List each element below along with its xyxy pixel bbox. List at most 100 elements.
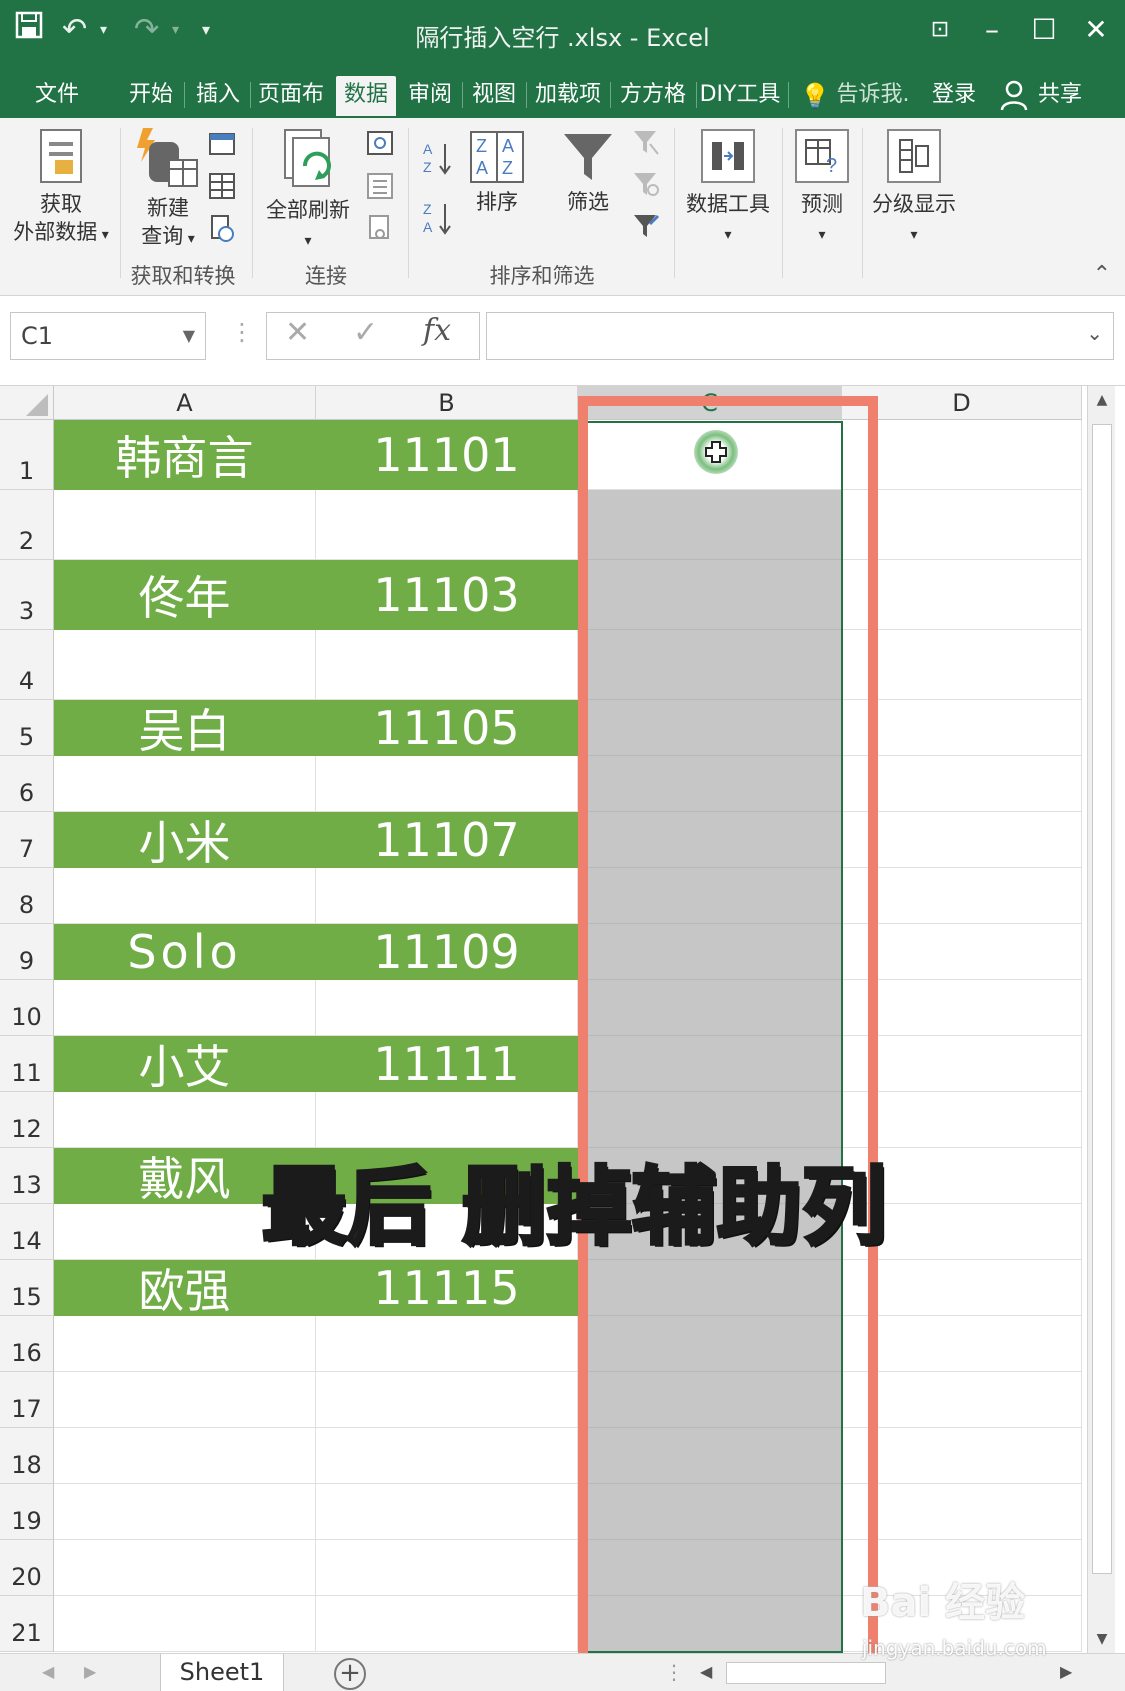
row-header[interactable]: 1 [0, 420, 54, 490]
row-header[interactable]: 21 [0, 1596, 54, 1652]
recent-sources-icon[interactable] [208, 214, 236, 242]
sign-in-link[interactable]: 登录 [924, 76, 984, 116]
cell-b[interactable] [316, 1596, 578, 1652]
row-header[interactable]: 8 [0, 868, 54, 924]
cell-c[interactable] [578, 1372, 842, 1428]
refresh-all-button[interactable]: 全部刷新 ▾ [258, 126, 358, 255]
cell-d[interactable] [842, 420, 1082, 490]
scroll-up-icon[interactable]: ▲ [1088, 392, 1116, 408]
column-header-b[interactable]: B [316, 386, 578, 420]
sheet-tab-sheet1[interactable]: Sheet1 [160, 1654, 284, 1691]
cell-c[interactable] [578, 1036, 842, 1092]
worksheet-grid[interactable]: A B C D 1 韩商言 11101 2 3 佟年 11103 4 5 吴白 11105 6 7 小米 1… [0, 386, 1125, 1664]
advanced-filter-icon[interactable] [632, 212, 660, 240]
close-icon[interactable]: ✕ [1076, 10, 1116, 50]
maximize-icon[interactable]: ☐ [1024, 10, 1064, 50]
cell-a[interactable] [54, 630, 316, 700]
cell-b[interactable]: 11101 [316, 420, 578, 490]
reapply-filter-icon[interactable] [632, 170, 660, 198]
row-header[interactable]: 7 [0, 812, 54, 868]
tell-me-search[interactable]: 告诉我. [832, 76, 914, 116]
cell-c[interactable] [578, 490, 842, 560]
tab-home[interactable]: 开始 [120, 76, 182, 116]
row-header[interactable]: 6 [0, 756, 54, 812]
forecast-button[interactable]: ? 预测 ▾ [784, 126, 860, 249]
data-tools-button[interactable]: 数据工具 ▾ [676, 126, 780, 249]
tab-diy-tools[interactable]: DIY工具 [698, 76, 782, 116]
column-header-c[interactable]: C [578, 386, 842, 420]
tab-page-layout[interactable]: 页面布 [252, 76, 330, 116]
cell-a[interactable] [54, 980, 316, 1036]
cell-b[interactable] [316, 980, 578, 1036]
cell-a[interactable] [54, 1316, 316, 1372]
horizontal-scroll-thumb[interactable] [726, 1662, 886, 1684]
collapse-ribbon-icon[interactable]: ⌃ [1093, 262, 1111, 287]
cell-c[interactable] [578, 756, 842, 812]
cell-d[interactable] [842, 560, 1082, 630]
cell-b[interactable]: 11107 [316, 812, 578, 868]
cell-b[interactable]: 11111 [316, 1036, 578, 1092]
cell-b[interactable] [316, 490, 578, 560]
cell-c[interactable] [578, 630, 842, 700]
minimize-icon[interactable]: – [972, 10, 1012, 50]
cell-b[interactable] [316, 868, 578, 924]
cell-c[interactable] [578, 1484, 842, 1540]
cell-d[interactable] [842, 1036, 1082, 1092]
share-button[interactable]: 共享 [1030, 76, 1090, 116]
cell-b[interactable] [316, 1484, 578, 1540]
cell-c[interactable] [578, 924, 842, 980]
cell-b[interactable] [316, 1428, 578, 1484]
cell-c[interactable] [578, 1428, 842, 1484]
prev-sheet-icon[interactable]: ◀ [42, 1662, 54, 1681]
sort-a-to-z-button[interactable]: AZ [420, 140, 456, 181]
cell-a[interactable]: 小艾 [54, 1036, 316, 1092]
cell-a[interactable]: 佟年 [54, 560, 316, 630]
cell-c[interactable] [578, 868, 842, 924]
row-header[interactable]: 19 [0, 1484, 54, 1540]
cell-d[interactable] [842, 1428, 1082, 1484]
row-header[interactable]: 18 [0, 1428, 54, 1484]
cell-d[interactable] [842, 868, 1082, 924]
cell-a[interactable] [54, 490, 316, 560]
show-queries-icon[interactable] [208, 130, 236, 158]
cell-c[interactable] [578, 560, 842, 630]
from-table-icon[interactable] [208, 172, 236, 200]
tab-fangfangge[interactable]: 方方格 [612, 76, 694, 116]
cell-b[interactable]: 11103 [316, 560, 578, 630]
cell-c[interactable] [578, 700, 842, 756]
tab-insert[interactable]: 插入 [188, 76, 248, 116]
row-header[interactable]: 15 [0, 1260, 54, 1316]
next-sheet-icon[interactable]: ▶ [84, 1662, 96, 1681]
expand-formula-icon[interactable]: ⌄ [1086, 321, 1103, 345]
get-external-data-button[interactable]: 获取 外部数据 ▾ [6, 126, 116, 249]
cell-b[interactable]: 11105 [316, 700, 578, 756]
row-header[interactable]: 3 [0, 560, 54, 630]
cell-c[interactable] [578, 1260, 842, 1316]
cell-a[interactable]: 韩商言 [54, 420, 316, 490]
cell-a[interactable] [54, 1540, 316, 1596]
cell-d[interactable] [842, 924, 1082, 980]
ribbon-display-options-icon[interactable]: ⊡ [920, 10, 960, 50]
cell-d[interactable] [842, 700, 1082, 756]
row-header[interactable]: 9 [0, 924, 54, 980]
connections-icon[interactable] [366, 130, 394, 158]
outline-button[interactable]: 分级显示 ▾ [864, 126, 964, 249]
cell-b[interactable] [316, 756, 578, 812]
cell-d[interactable] [842, 1484, 1082, 1540]
row-header[interactable]: 17 [0, 1372, 54, 1428]
add-sheet-icon[interactable]: + [334, 1658, 366, 1690]
formula-input[interactable]: ⌄ [486, 312, 1114, 360]
cell-a[interactable] [54, 1428, 316, 1484]
filter-button[interactable]: 筛选 [548, 130, 628, 216]
cell-a[interactable] [54, 756, 316, 812]
row-header[interactable]: 16 [0, 1316, 54, 1372]
sort-z-to-a-button[interactable]: ZA [420, 200, 456, 243]
column-header-d[interactable]: D [842, 386, 1082, 420]
splitter-handle-icon[interactable]: ⋮ [664, 1660, 684, 1684]
chevron-down-icon[interactable]: ▼ [183, 313, 195, 359]
cell-b[interactable] [316, 1316, 578, 1372]
cell-a[interactable]: 吴白 [54, 700, 316, 756]
tab-addins[interactable]: 加载项 [528, 76, 608, 116]
name-box[interactable]: C1 ▼ [10, 312, 206, 360]
cell-c[interactable] [578, 1316, 842, 1372]
